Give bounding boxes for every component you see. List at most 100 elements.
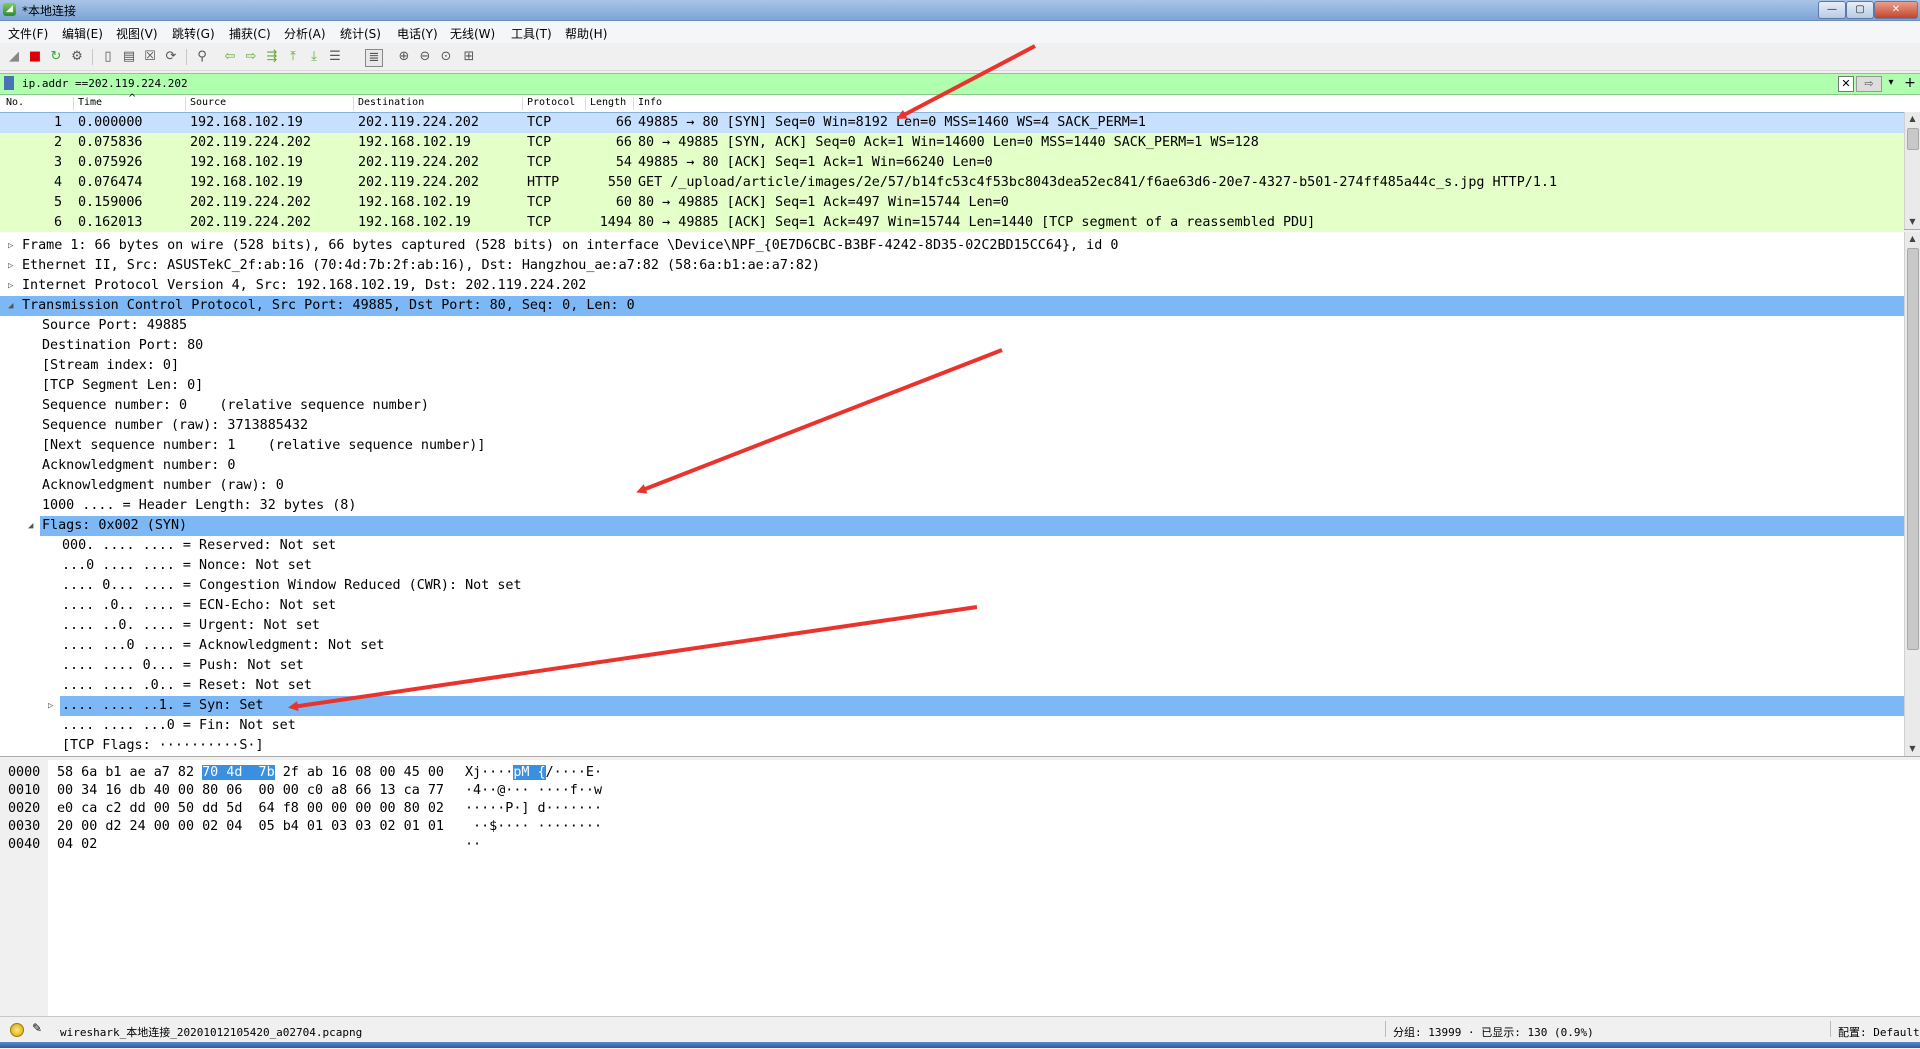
menu-item[interactable]: 跳转(G): [172, 25, 215, 42]
detail-row[interactable]: 1000 .... = Header Length: 32 bytes (8): [0, 496, 1904, 516]
reload-file-icon[interactable]: ⟳: [163, 49, 179, 65]
column-header[interactable]: No.: [6, 97, 24, 108]
restart-capture-icon[interactable]: ↻: [48, 49, 64, 65]
minimize-button[interactable]: —: [1818, 1, 1846, 19]
detail-row[interactable]: ▷ .... .... ..1. = Syn: Set: [0, 696, 1904, 716]
status-profile[interactable]: 配置: Default: [1838, 1024, 1920, 1040]
menu-item[interactable]: 统计(S): [340, 25, 381, 42]
detail-row[interactable]: .... .0.. .... = ECN-Echo: Not set: [0, 596, 1904, 616]
clear-filter-button[interactable]: ✕: [1838, 76, 1854, 92]
detail-row[interactable]: 000. .... .... = Reserved: Not set: [0, 536, 1904, 556]
detail-row[interactable]: ▷ Frame 1: 66 bytes on wire (528 bits), 6…: [0, 236, 1904, 256]
capture-options-icon[interactable]: ⚙: [69, 49, 85, 65]
add-filter-button[interactable]: +: [1903, 75, 1917, 91]
resize-columns-icon[interactable]: ⊞: [461, 49, 477, 65]
bookmark-icon[interactable]: [4, 76, 14, 90]
ascii-bytes[interactable]: ··: [465, 836, 481, 854]
ascii-bytes[interactable]: ··$···· ········: [465, 818, 602, 836]
filter-history-dropdown[interactable]: ▾: [1884, 76, 1898, 90]
open-file-icon[interactable]: ▯: [100, 49, 116, 65]
first-packet-icon[interactable]: ⤒: [285, 49, 301, 65]
ascii-bytes[interactable]: ·4··@··· ····f··w: [465, 782, 602, 800]
expander-icon[interactable]: ◢: [8, 296, 13, 316]
stop-capture-icon[interactable]: ■: [27, 49, 43, 65]
maximize-button[interactable]: ▢: [1846, 1, 1874, 19]
menu-item[interactable]: 工具(T): [511, 25, 552, 42]
scroll-up-arrow-icon[interactable]: ▲: [1905, 112, 1920, 126]
colorize-icon[interactable]: ≣: [365, 49, 383, 67]
menu-item[interactable]: 帮助(H): [565, 25, 607, 42]
menu-item[interactable]: 无线(W): [450, 25, 495, 42]
ascii-bytes[interactable]: Xj····pM {/····E·: [465, 764, 602, 782]
go-to-packet-icon[interactable]: ⇶: [264, 49, 280, 65]
hex-bytes[interactable]: 04 02: [57, 836, 97, 854]
table-row[interactable]: 4 0.076474 192.168.102.19 202.119.224.202 HT…: [0, 173, 1904, 193]
scroll-down-arrow-icon[interactable]: ▼: [1905, 742, 1920, 756]
scroll-down-arrow-icon[interactable]: ▼: [1905, 215, 1920, 229]
menu-item[interactable]: 电话(Y): [397, 25, 438, 42]
column-header[interactable]: Time: [78, 97, 102, 108]
expander-icon[interactable]: ▷: [8, 236, 13, 256]
expander-icon[interactable]: ▷: [8, 256, 13, 276]
table-row[interactable]: 5 0.159006 202.119.224.202 192.168.102.19 TC…: [0, 193, 1904, 213]
table-row[interactable]: 2 0.075836 202.119.224.202 192.168.102.19 TC…: [0, 133, 1904, 153]
capture-comment-icon[interactable]: ✎: [32, 1021, 42, 1035]
expander-icon[interactable]: ▷: [48, 696, 53, 716]
close-file-icon[interactable]: ☒: [142, 49, 158, 65]
detail-row[interactable]: Source Port: 49885: [0, 316, 1904, 336]
go-back-icon[interactable]: ⇦: [222, 49, 238, 65]
detail-row[interactable]: ◢ Flags: 0x002 (SYN): [0, 516, 1904, 536]
detail-row[interactable]: .... .... ...0 = Fin: Not set: [0, 716, 1904, 736]
hex-bytes[interactable]: 58 6a b1 ae a7 82 70 4d 7b 2f ab 16 08 0…: [57, 764, 444, 782]
column-header[interactable]: Source: [190, 97, 226, 108]
expander-icon[interactable]: ▷: [8, 276, 13, 296]
detail-row[interactable]: .... .... 0... = Push: Not set: [0, 656, 1904, 676]
column-header[interactable]: Length: [590, 97, 626, 108]
detail-row[interactable]: ▷ Internet Protocol Version 4, Src: 192.1…: [0, 276, 1904, 296]
detail-row[interactable]: .... ..0. .... = Urgent: Not set: [0, 616, 1904, 636]
zoom-in-icon[interactable]: ⊕: [396, 49, 412, 65]
menu-item[interactable]: 编辑(E): [62, 25, 103, 42]
detail-row[interactable]: ◢ Transmission Control Protocol, Src Port…: [0, 296, 1904, 316]
column-header[interactable]: Protocol: [527, 97, 575, 108]
packet-list-scrollbar[interactable]: ▲ ▼: [1904, 112, 1920, 229]
table-row[interactable]: 1 0.000000 192.168.102.19 202.119.224.202 TC…: [0, 112, 1905, 134]
details-scrollbar[interactable]: ▲ ▼: [1904, 232, 1920, 756]
zoom-out-icon[interactable]: ⊖: [417, 49, 433, 65]
expert-info-icon[interactable]: [10, 1023, 24, 1037]
detail-row[interactable]: .... 0... .... = Congestion Window Reduc…: [0, 576, 1904, 596]
menu-item[interactable]: 视图(V): [116, 25, 158, 42]
normal-size-icon[interactable]: ⊙: [438, 49, 454, 65]
ascii-bytes[interactable]: ·····P·] d·······: [465, 800, 602, 818]
detail-row[interactable]: Sequence number: 0 (relative sequence nu…: [0, 396, 1904, 416]
detail-row[interactable]: [TCP Segment Len: 0]: [0, 376, 1904, 396]
display-filter-input[interactable]: ip.addr ==202.119.224.202: [22, 76, 1822, 91]
menu-item[interactable]: 文件(F): [8, 25, 48, 42]
detail-row[interactable]: [Stream index: 0]: [0, 356, 1904, 376]
find-packet-icon[interactable]: ⚲: [194, 49, 210, 65]
detail-row[interactable]: Acknowledgment number: 0: [0, 456, 1904, 476]
table-row[interactable]: 6 0.162013 202.119.224.202 192.168.102.19 TC…: [0, 213, 1904, 233]
menu-item[interactable]: 捕获(C): [229, 25, 271, 42]
save-file-icon[interactable]: ▤: [121, 49, 137, 65]
column-header[interactable]: Destination: [358, 97, 424, 108]
shark-fin-start-icon[interactable]: ◢: [6, 49, 22, 65]
apply-filter-button[interactable]: ⇨: [1856, 76, 1882, 92]
scroll-thumb[interactable]: [1907, 248, 1919, 650]
scroll-thumb[interactable]: [1907, 128, 1919, 150]
expander-icon[interactable]: ◢: [28, 516, 33, 536]
detail-row[interactable]: [Next sequence number: 1 (relative seque…: [0, 436, 1904, 456]
menu-item[interactable]: 分析(A): [284, 25, 326, 42]
detail-row[interactable]: Destination Port: 80: [0, 336, 1904, 356]
detail-row[interactable]: [TCP Flags: ··········S·]: [0, 736, 1904, 756]
hex-bytes[interactable]: 00 34 16 db 40 00 80 06 00 00 c0 a8 66 1…: [57, 782, 444, 800]
detail-row[interactable]: .... ...0 .... = Acknowledgment: Not set: [0, 636, 1904, 656]
detail-row[interactable]: Sequence number (raw): 3713885432: [0, 416, 1904, 436]
hex-bytes[interactable]: e0 ca c2 dd 00 50 dd 5d 64 f8 00 00 00 0…: [57, 800, 444, 818]
detail-row[interactable]: .... .... .0.. = Reset: Not set: [0, 676, 1904, 696]
last-packet-icon[interactable]: ⤓: [306, 49, 322, 65]
hex-bytes[interactable]: 20 00 d2 24 00 00 02 04 05 b4 01 03 03 0…: [57, 818, 444, 836]
close-button[interactable]: ✕: [1874, 1, 1918, 19]
column-header[interactable]: Info: [638, 97, 662, 108]
detail-row[interactable]: ▷ Ethernet II, Src: ASUSTekC_2f:ab:16 (70…: [0, 256, 1904, 276]
